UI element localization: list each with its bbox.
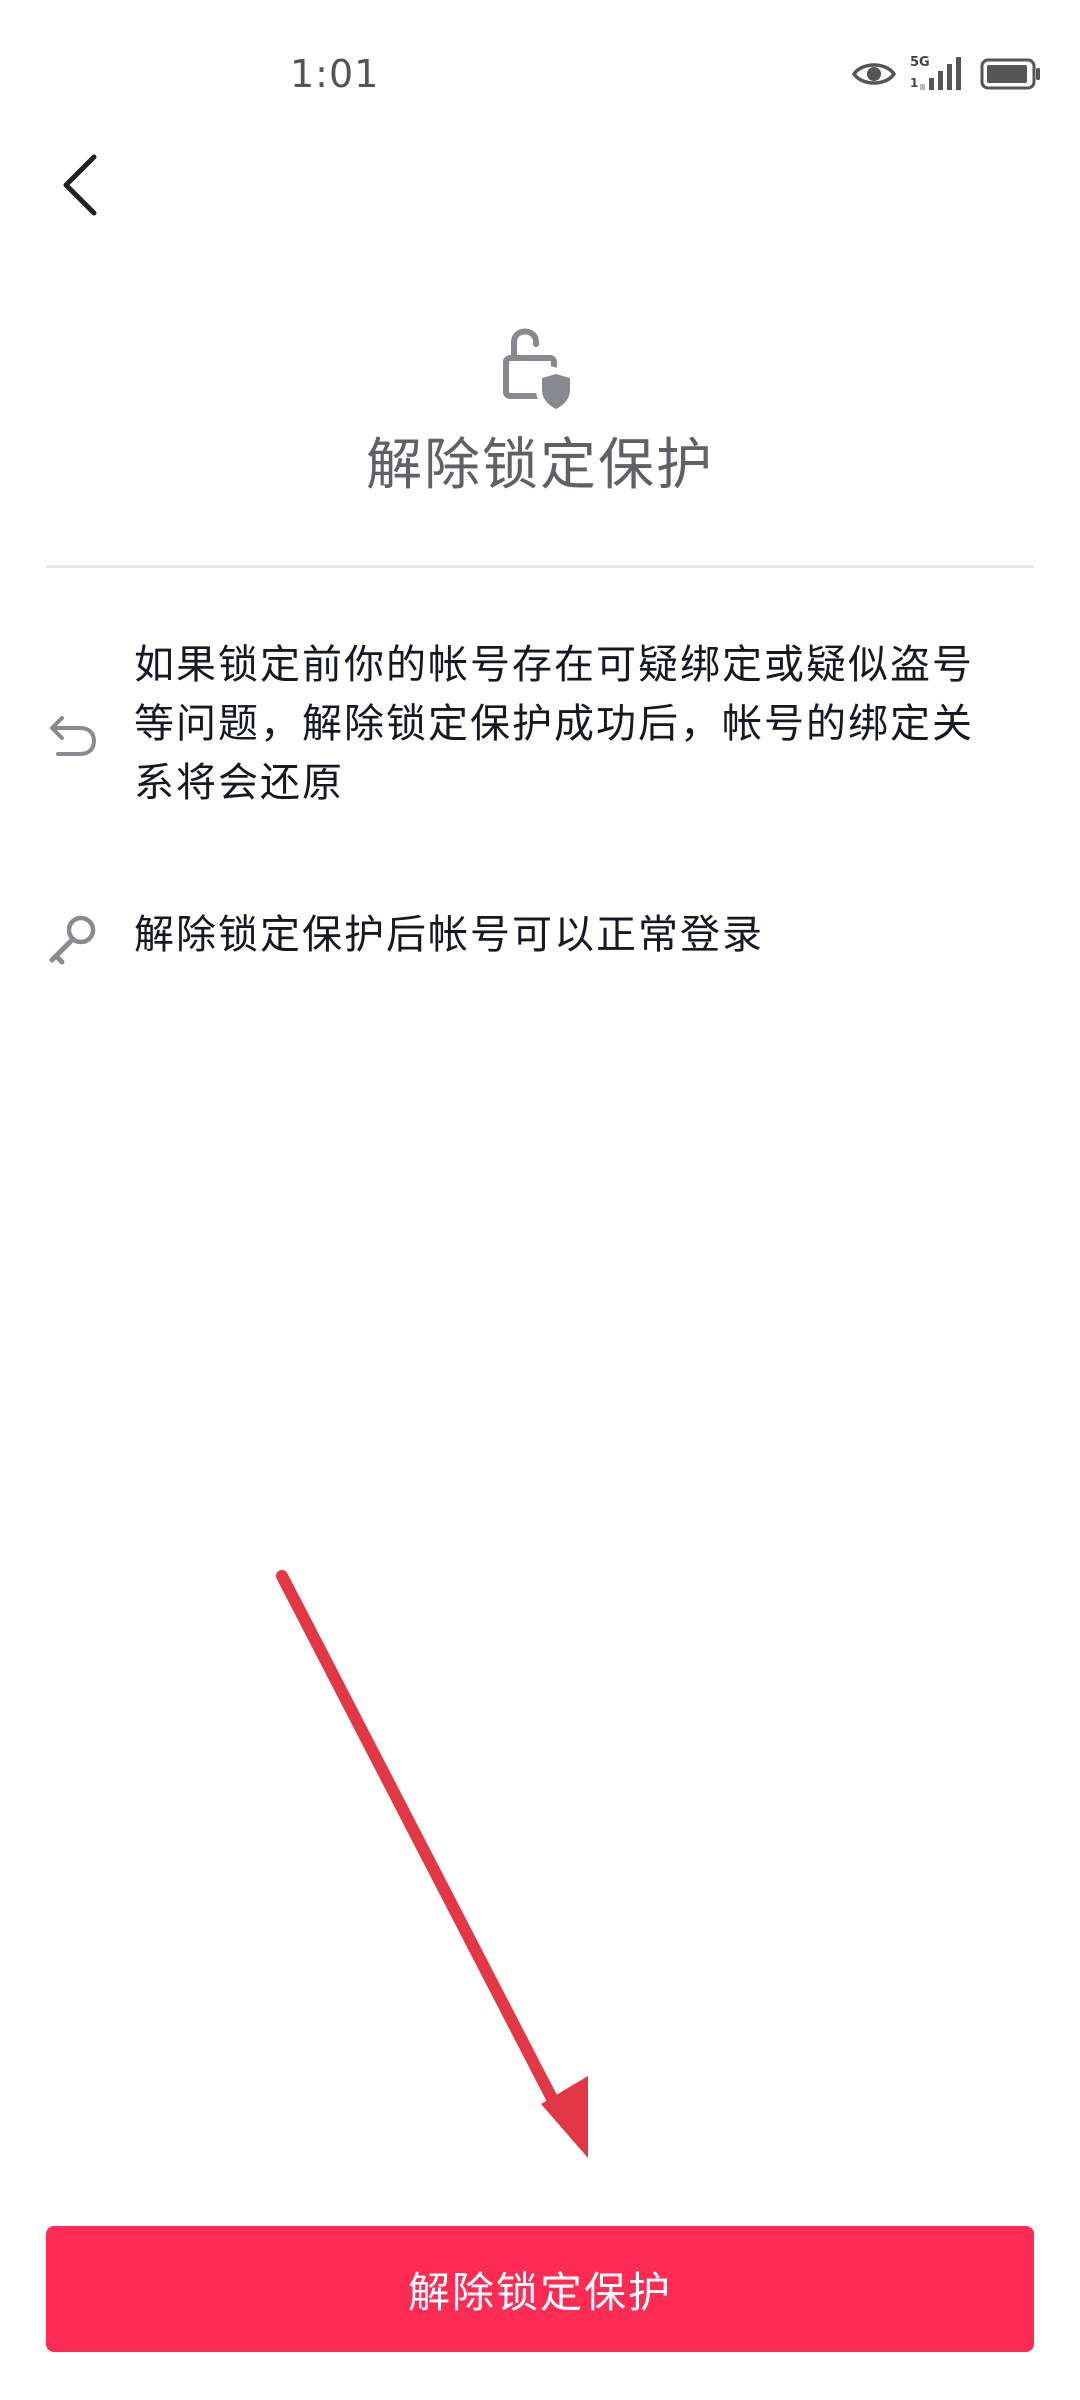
- info-text-normal-login: 解除锁定保护后帐号可以正常登录: [134, 912, 764, 958]
- page-title: 解除锁定保护: [366, 433, 714, 498]
- info-text-restore-binding: 如果锁定前你的帐号存在可疑绑定或疑似盗号等问题，解除锁定保护成功后，帐号的绑定关…: [134, 642, 974, 806]
- divider: [46, 565, 1034, 568]
- unlock-shield-icon: [503, 328, 576, 414]
- signal-icon: 5G 1: [910, 56, 966, 92]
- unlock-protection-button[interactable]: 解除锁定保护: [46, 2226, 1034, 2352]
- status-bar: 1:01 5G 1: [0, 0, 1080, 160]
- eye-icon: [852, 63, 896, 85]
- undo-arrow-icon: [50, 716, 97, 756]
- status-time: 1:01: [290, 52, 380, 96]
- svg-text:1: 1: [910, 76, 918, 90]
- chevron-left-icon: [63, 154, 97, 216]
- battery-icon: [980, 58, 1040, 90]
- key-icon: [49, 915, 96, 965]
- status-icons: 5G 1: [852, 56, 1042, 92]
- back-button[interactable]: [40, 140, 120, 230]
